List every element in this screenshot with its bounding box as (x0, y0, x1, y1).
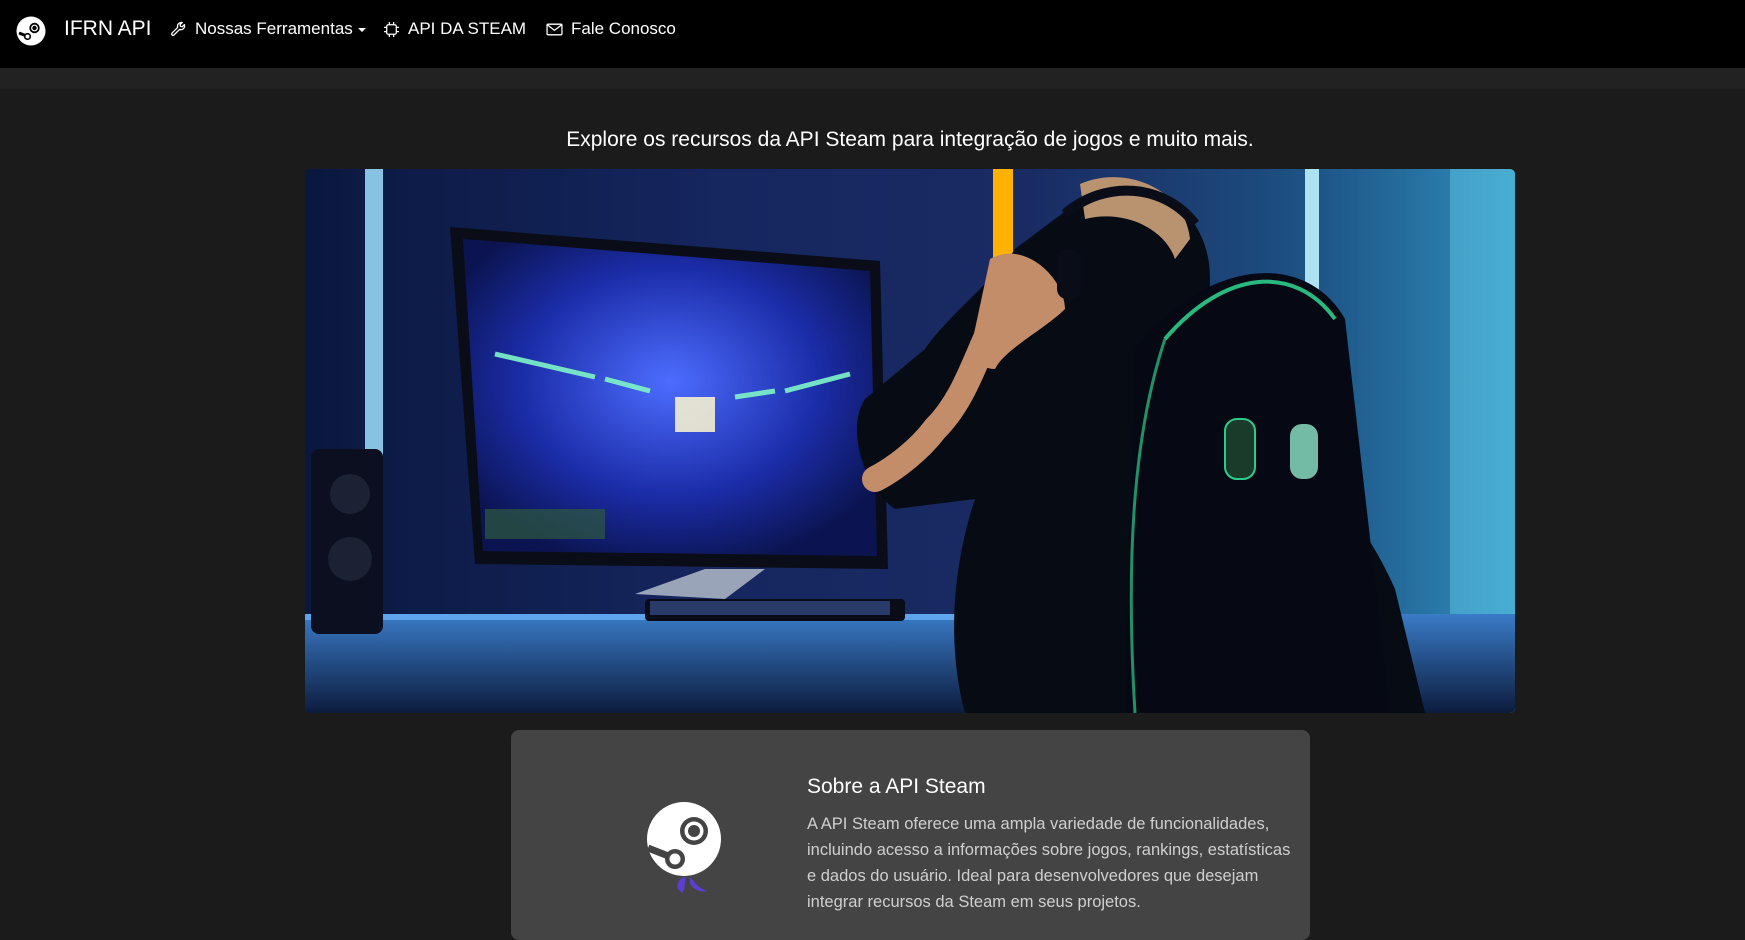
nav-item-label: Nossas Ferramentas (195, 19, 353, 38)
steam-logo-icon (646, 802, 721, 893)
about-card: Sobre a API Steam A API Steam oferece um… (511, 730, 1310, 940)
nav-item-contato[interactable]: Fale Conosco (546, 19, 676, 39)
steam-logo-icon[interactable] (16, 16, 46, 46)
chip-icon (384, 21, 399, 37)
navbar-divider (0, 68, 1745, 89)
navbar: IFRN API Nossas Ferramentas API DA STEAM… (0, 0, 1745, 68)
about-title: Sobre a API Steam (807, 775, 986, 798)
envelope-icon (546, 23, 563, 35)
brand-name[interactable]: IFRN API (64, 17, 152, 41)
nav-item-label: Fale Conosco (571, 19, 676, 38)
hero-subtitle: Explore os recursos da API Steam para in… (566, 128, 1254, 151)
hero-image (305, 169, 1515, 713)
wrench-icon (171, 21, 186, 36)
chevron-down-icon (357, 28, 366, 32)
nav-item-label: API DA STEAM (408, 19, 527, 38)
gamer-setup-illustration (305, 169, 1515, 713)
nav-item-ferramentas[interactable]: Nossas Ferramentas (170, 19, 366, 39)
about-description: A API Steam oferece uma ampla variedade … (807, 815, 1291, 911)
nav-item-api-steam[interactable]: API DA STEAM (383, 19, 526, 39)
